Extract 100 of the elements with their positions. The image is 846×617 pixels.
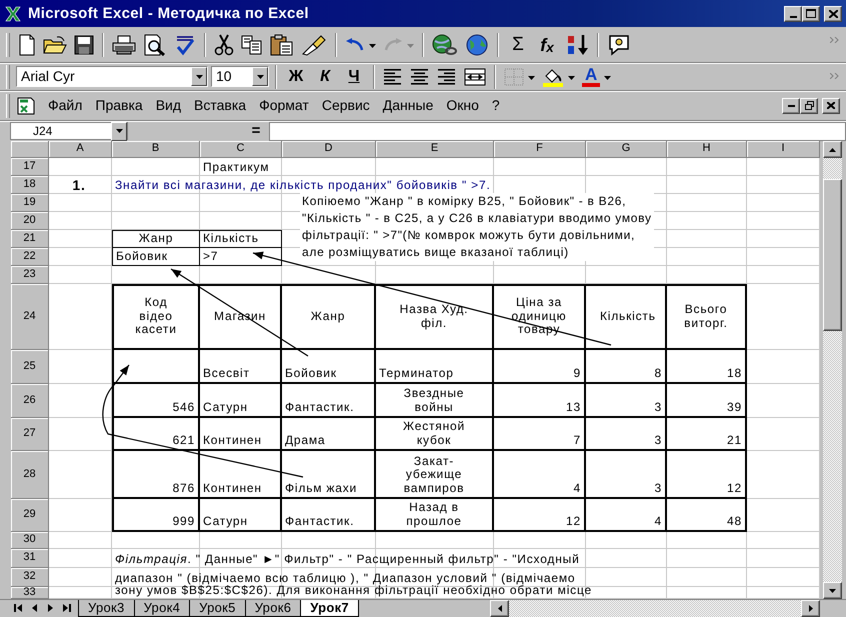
row-header[interactable]: 26 [11, 384, 49, 418]
row-header[interactable]: 27 [11, 418, 49, 451]
formula-field[interactable] [269, 122, 846, 140]
insert-function-button[interactable]: f$_{x}$ [534, 34, 560, 54]
spreadsheet-cell[interactable]: Жанр [112, 230, 200, 248]
toolbar-grip[interactable] [6, 32, 10, 56]
spreadsheet-cell[interactable]: Сатурн [200, 384, 282, 418]
spreadsheet-cell[interactable]: 39 [667, 384, 747, 418]
scroll-thumb[interactable] [823, 179, 842, 331]
open-button[interactable] [41, 34, 69, 56]
column-header[interactable]: A [49, 141, 112, 158]
font-size-dropdown[interactable]: 10 [211, 66, 269, 87]
font-name-dropdown[interactable]: Arial Cyr [16, 66, 208, 87]
spreadsheet-cell[interactable]: 18 [667, 350, 747, 384]
spreadsheet-cell[interactable]: 999 [112, 499, 200, 532]
row-header[interactable]: 31 [11, 549, 49, 568]
row-header[interactable]: 33 [11, 587, 49, 599]
formula-equals-sign[interactable]: = [243, 122, 269, 140]
underline-button[interactable]: Ч [341, 68, 367, 86]
row-header[interactable]: 17 [11, 158, 49, 176]
spreadsheet-cell[interactable]: 621 [112, 418, 200, 451]
spreadsheet-cell[interactable]: Сатурн [200, 499, 282, 532]
spreadsheet-cell[interactable]: Назад в прошлое [376, 499, 494, 532]
spreadsheet-cell[interactable]: Код відео касети [112, 284, 200, 350]
menu-item[interactable]: Вставка [189, 95, 252, 116]
sheet-tab[interactable]: Урок7 [300, 600, 359, 617]
scroll-left-button[interactable] [490, 600, 509, 617]
spreadsheet-cell[interactable]: 13 [494, 384, 586, 418]
sheet-tab[interactable]: Урок6 [244, 600, 302, 617]
restore-button[interactable] [800, 98, 818, 114]
select-all-button[interactable] [11, 141, 49, 158]
scroll-down-button[interactable] [823, 582, 842, 599]
sheet-tab[interactable]: Урок3 [78, 600, 135, 617]
cut-button[interactable] [212, 32, 236, 56]
spreadsheet-cell[interactable]: 4 [586, 499, 667, 532]
spreadsheet-cell[interactable]: Назва Худ. філ. [376, 284, 494, 350]
spreadsheet-cell[interactable]: 3 [586, 451, 667, 499]
menu-item[interactable]: Данные [378, 95, 438, 116]
menu-item[interactable]: Вид [150, 95, 186, 116]
spreadsheet-cell[interactable]: 876 [112, 451, 200, 499]
row-header[interactable]: 24 [11, 284, 49, 350]
toolbar-grip[interactable] [6, 94, 10, 118]
spreadsheet-cell[interactable]: Терминатор [376, 350, 494, 384]
spreadsheet-cell[interactable]: Жестяной кубок [376, 418, 494, 451]
sheet-tab[interactable]: Урок5 [189, 600, 246, 617]
row-header[interactable]: 19 [11, 194, 49, 212]
row-header[interactable]: 29 [11, 499, 49, 532]
spreadsheet-cell[interactable]: Жанр [282, 284, 376, 350]
spreadsheet-cell[interactable]: Фантастик. [282, 384, 376, 418]
close-button[interactable] [822, 98, 840, 114]
close-button[interactable] [824, 6, 842, 22]
spreadsheet-cell[interactable]: 9 [494, 350, 586, 384]
minimize-button[interactable] [784, 6, 802, 22]
spreadsheet-cell[interactable]: Фантастик. [282, 499, 376, 532]
menu-item[interactable]: Окно [441, 95, 484, 116]
spreadsheet-cell[interactable]: Бойовик [112, 248, 200, 266]
merge-center-button[interactable] [462, 66, 488, 86]
font-color-button[interactable]: A [580, 66, 614, 88]
row-header[interactable]: 25 [11, 350, 49, 384]
row-header[interactable]: 32 [11, 568, 49, 587]
toolbar-grip[interactable] [6, 64, 10, 88]
name-box[interactable]: J24 [10, 122, 128, 140]
menu-item[interactable]: Формат [254, 95, 314, 116]
column-header[interactable]: I [747, 141, 820, 158]
spreadsheet-cell[interactable]: Бойовик [282, 350, 376, 384]
scroll-up-button[interactable] [823, 141, 842, 158]
column-header[interactable]: E [376, 141, 494, 158]
row-header[interactable]: 20 [11, 212, 49, 230]
column-header[interactable]: H [667, 141, 747, 158]
column-header[interactable]: F [494, 141, 586, 158]
spreadsheet-cell[interactable]: 4 [494, 451, 586, 499]
spreadsheet-cell[interactable]: Всесвіт [200, 350, 282, 384]
row-header[interactable]: 30 [11, 532, 49, 549]
row-header[interactable]: 28 [11, 451, 49, 499]
spreadsheet-cell[interactable]: Фільм жахи [282, 451, 376, 499]
spreadsheet-cell[interactable]: 48 [667, 499, 747, 532]
spreadsheet-cell[interactable]: Драма [282, 418, 376, 451]
row-header[interactable]: 18 [11, 176, 49, 194]
spreadsheet-cell[interactable]: 3 [586, 384, 667, 418]
spreadsheet-cell[interactable]: Кількість [200, 230, 282, 248]
bold-button[interactable]: Ж [283, 68, 309, 86]
row-header[interactable]: 22 [11, 248, 49, 266]
spreadsheet-cell[interactable]: 7 [494, 418, 586, 451]
sheet-tab[interactable]: Урок4 [134, 600, 190, 617]
row-header[interactable]: 21 [11, 230, 49, 248]
scroll-right-button[interactable] [801, 600, 820, 617]
autosum-button[interactable]: Σ [505, 34, 531, 55]
spreadsheet-cell[interactable]: 12 [494, 499, 586, 532]
spreadsheet-cell[interactable]: 12 [667, 451, 747, 499]
menu-item[interactable]: Сервис [316, 95, 375, 116]
spreadsheet-cell[interactable]: Закат-убежище вампиров [376, 451, 494, 499]
spreadsheet-cell[interactable]: Континен [200, 451, 282, 499]
spreadsheet-cell[interactable]: 546 [112, 384, 200, 418]
menu-item[interactable]: Файл [43, 95, 88, 116]
spreadsheet-cell[interactable]: Звездные войны [376, 384, 494, 418]
maximize-button[interactable] [802, 6, 820, 22]
column-header[interactable]: D [282, 141, 376, 158]
minimize-button[interactable] [782, 98, 800, 114]
spreadsheet-cell[interactable]: Кількість [586, 284, 667, 350]
spreadsheet-cell[interactable]: Континен [200, 418, 282, 451]
